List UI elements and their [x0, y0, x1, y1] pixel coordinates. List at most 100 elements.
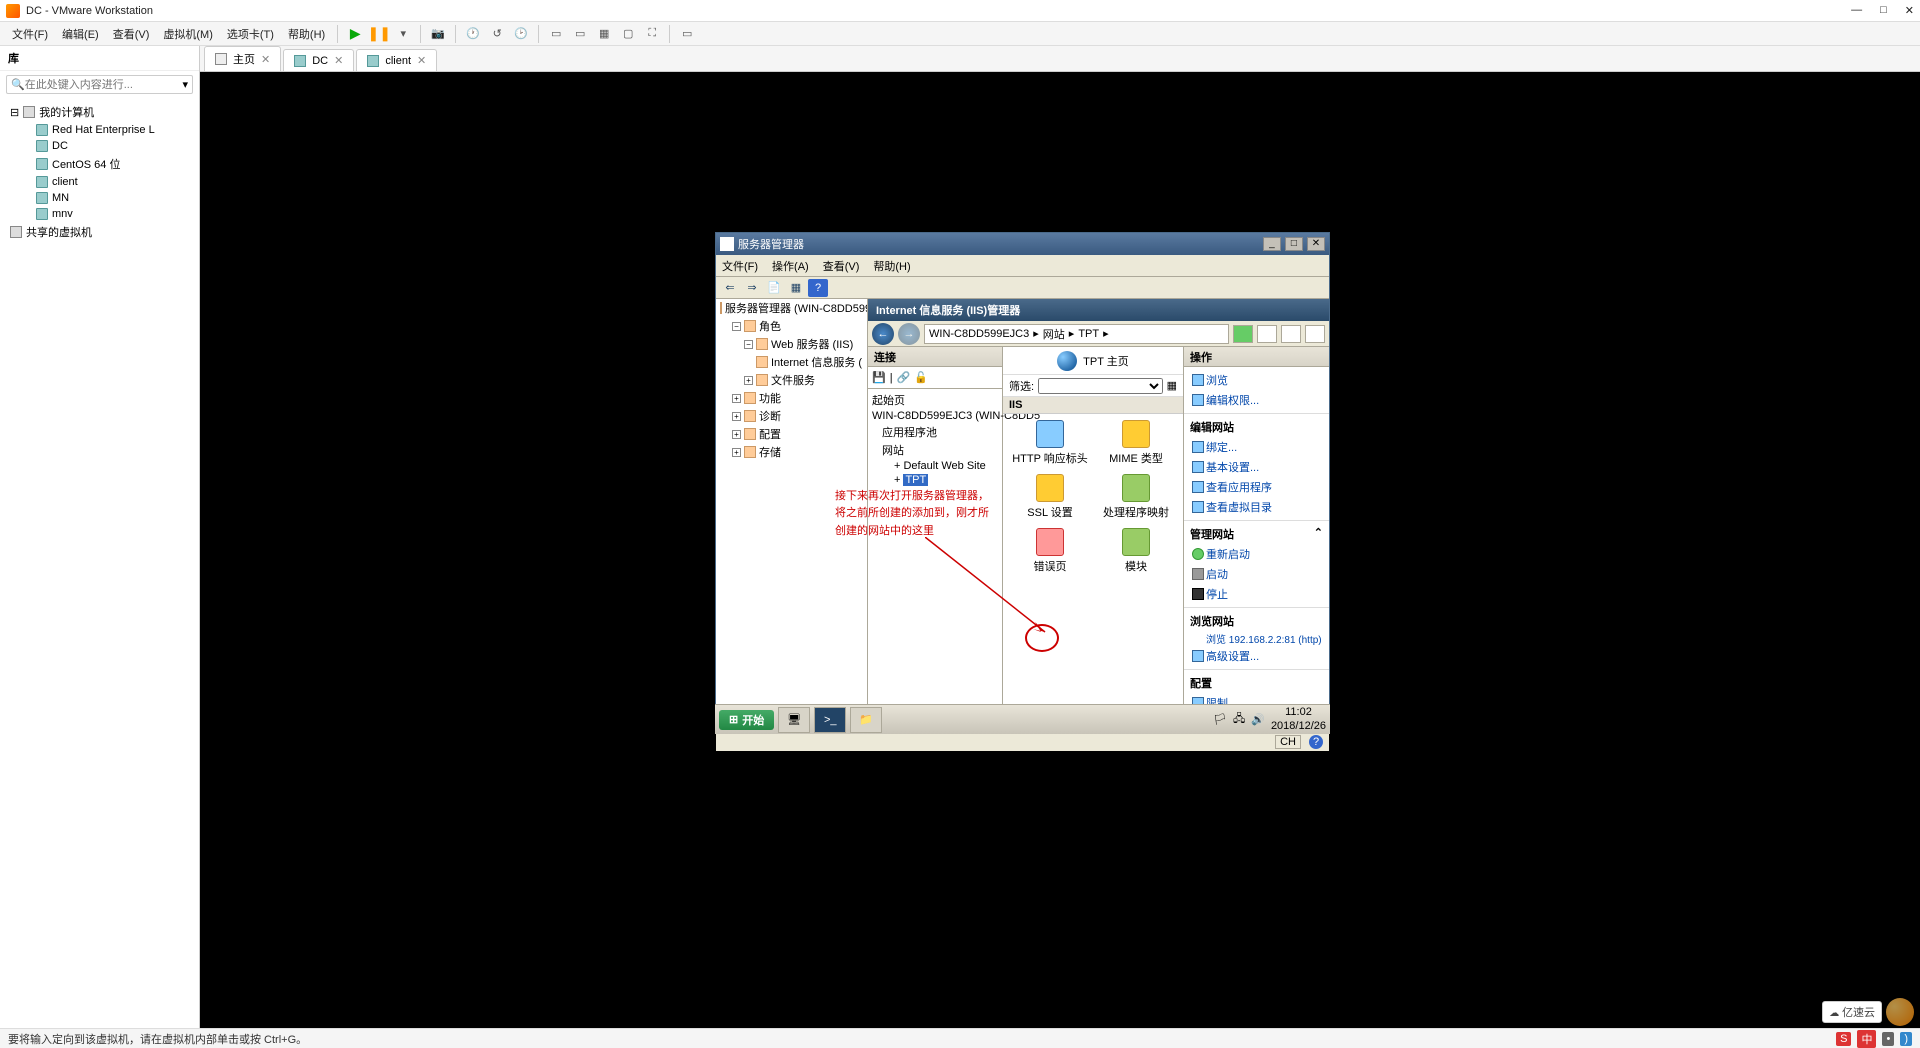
menu-edit[interactable]: 编辑(E) [56, 24, 105, 44]
search-dropdown-icon[interactable]: ▾ [182, 78, 188, 91]
snapshot-manage-icon[interactable]: 🕑 [510, 24, 532, 44]
pause-button[interactable]: ❚❚ [368, 24, 390, 44]
conn-app-pools[interactable]: 应用程序池 [870, 423, 1000, 441]
action-basic-settings[interactable]: 基本设置... [1190, 457, 1323, 477]
iis-home-button[interactable] [1281, 325, 1301, 343]
guest-maximize-button[interactable]: □ [1285, 237, 1303, 251]
close-icon[interactable]: ✕ [417, 54, 426, 67]
snapshot-revert-icon[interactable]: ↺ [486, 24, 508, 44]
expand-icon[interactable]: ⊟ [10, 106, 19, 119]
icon-http-headers[interactable]: HTTP 响应标头 [1009, 420, 1091, 466]
iis-stop-button[interactable] [1257, 325, 1277, 343]
tray-flag-icon[interactable]: 🏳 [1213, 713, 1227, 726]
expand-icon[interactable]: + [732, 448, 741, 457]
snapshot-take-icon[interactable]: 🕐 [462, 24, 484, 44]
action-bindings[interactable]: 绑定... [1190, 437, 1323, 457]
icon-ssl-settings[interactable]: SSL 设置 [1009, 474, 1091, 520]
tree-configuration[interactable]: +配置 [716, 425, 867, 443]
expand-icon[interactable]: + [732, 430, 741, 439]
library-search[interactable]: 🔍 ▾ [6, 75, 193, 94]
minimize-button[interactable]: — [1851, 4, 1862, 17]
guest-menu-help[interactable]: 帮助(H) [873, 258, 910, 274]
tray-badge-zh[interactable]: 中 [1857, 1030, 1876, 1048]
close-icon[interactable]: ✕ [334, 54, 343, 67]
forward-button[interactable]: ⇒ [742, 279, 762, 297]
iis-forward-button[interactable]: → [898, 323, 920, 345]
action-stop[interactable]: 停止 [1190, 584, 1323, 604]
help-button[interactable]: ? [808, 279, 828, 297]
icon-error-pages[interactable]: 错误页 [1009, 528, 1091, 574]
taskbar-server-manager[interactable]: 🖥 [778, 707, 810, 733]
guest-close-button[interactable]: ✕ [1307, 237, 1325, 251]
close-button[interactable]: ✕ [1905, 4, 1914, 17]
conn-server[interactable]: WIN-C8DD599EJC3 (WIN-C8DD5 [870, 409, 1000, 423]
expand-icon[interactable]: + [732, 412, 741, 421]
tree-root-my-computer[interactable]: ⊟我的计算机 [4, 102, 195, 122]
menu-view[interactable]: 查看(V) [107, 24, 156, 44]
crumb-sites[interactable]: 网站 [1043, 326, 1065, 342]
tree-iis-manager[interactable]: Internet 信息服务 ( [716, 353, 867, 371]
taskbar-powershell[interactable]: >_ [814, 707, 846, 733]
tree-item-mnv[interactable]: mnv [4, 206, 195, 222]
power-on-button[interactable]: ▶ [344, 24, 366, 44]
filter-go-icon[interactable]: ▦ [1167, 379, 1177, 392]
snapshot-button[interactable]: 📷 [427, 24, 449, 44]
conn-default-site[interactable]: +Default Web Site [870, 459, 1000, 473]
tab-dc[interactable]: DC✕ [283, 49, 354, 71]
iis-refresh-button[interactable] [1233, 325, 1253, 343]
tree-web-iis[interactable]: −Web 服务器 (IIS) [716, 335, 867, 353]
conn-save-icon[interactable]: 💾 [872, 371, 886, 384]
guest-menu-file[interactable]: 文件(F) [722, 258, 758, 274]
conn-sites[interactable]: 网站 [870, 441, 1000, 459]
guest-minimize-button[interactable]: _ [1263, 237, 1281, 251]
action-start[interactable]: 启动 [1190, 564, 1323, 584]
view-fullscreen-icon[interactable]: ▢ [617, 24, 639, 44]
conn-add-icon[interactable]: 🔗 [897, 371, 911, 384]
action-restart[interactable]: 重新启动 [1190, 544, 1323, 564]
power-dropdown[interactable]: ▾ [392, 24, 414, 44]
action-browse-url[interactable]: 浏览 192.168.2.2:81 (http) [1190, 631, 1323, 646]
menu-vm[interactable]: 虚拟机(M) [157, 24, 219, 44]
search-input[interactable] [25, 79, 183, 91]
action-view-apps[interactable]: 查看应用程序 [1190, 477, 1323, 497]
start-button[interactable]: ⊞开始 [719, 710, 774, 730]
crumb-tpt[interactable]: TPT [1078, 328, 1099, 340]
conn-tpt-site[interactable]: +TPT [870, 473, 1000, 487]
view-console-icon[interactable]: ▭ [545, 24, 567, 44]
tree-storage[interactable]: +存储 [716, 443, 867, 461]
filter-select[interactable] [1038, 378, 1163, 394]
collapse-icon[interactable]: ⌃ [1314, 526, 1323, 542]
tray-sound-icon[interactable]: 🔊 [1251, 713, 1265, 726]
icon-mime-types[interactable]: MIME 类型 [1095, 420, 1177, 466]
vm-display[interactable]: 服务器管理器 _ □ ✕ 文件(F) 操作(A) 查看(V) 帮助(H) ⇐ ⇒ [200, 72, 1920, 1028]
guest-titlebar[interactable]: 服务器管理器 _ □ ✕ [716, 233, 1329, 255]
view-unity-icon[interactable]: ▭ [569, 24, 591, 44]
close-icon[interactable]: ✕ [261, 53, 270, 66]
icon-handler-mapping[interactable]: 处理程序映射 [1095, 474, 1177, 520]
ime-indicator[interactable]: CH [1275, 735, 1301, 749]
tree-diagnostics[interactable]: +诊断 [716, 407, 867, 425]
tab-home[interactable]: 主页✕ [204, 46, 281, 71]
view-thumb-icon[interactable]: ▦ [593, 24, 615, 44]
tray-network-icon[interactable]: 🖧 [1233, 710, 1245, 729]
tree-item-redhat[interactable]: Red Hat Enterprise L [4, 122, 195, 138]
ime-help-icon[interactable]: ? [1309, 735, 1323, 749]
menu-tabs[interactable]: 选项卡(T) [221, 24, 280, 44]
tree-file-services[interactable]: +文件服务 [716, 371, 867, 389]
conn-remove-icon[interactable]: 🔓 [914, 371, 928, 384]
iis-breadcrumb[interactable]: WIN-C8DD599EJC3▸ 网站▸ TPT▸ [924, 324, 1229, 344]
guest-menu-view[interactable]: 查看(V) [823, 258, 860, 274]
expand-icon[interactable]: + [732, 394, 741, 403]
menu-help[interactable]: 帮助(H) [282, 24, 331, 44]
iis-back-button[interactable]: ← [872, 323, 894, 345]
properties-button[interactable]: ▦ [786, 279, 806, 297]
crumb-server[interactable]: WIN-C8DD599EJC3 [929, 328, 1029, 340]
expand-icon[interactable]: + [894, 460, 900, 472]
back-button[interactable]: ⇐ [720, 279, 740, 297]
tray-badge-dot[interactable]: • [1882, 1032, 1894, 1046]
view-stretch-icon[interactable]: ⛶ [641, 24, 663, 44]
tree-item-client[interactable]: client [4, 174, 195, 190]
action-browse[interactable]: 浏览 [1190, 370, 1323, 390]
guest-menu-action[interactable]: 操作(A) [772, 258, 809, 274]
action-edit-permissions[interactable]: 编辑权限... [1190, 390, 1323, 410]
